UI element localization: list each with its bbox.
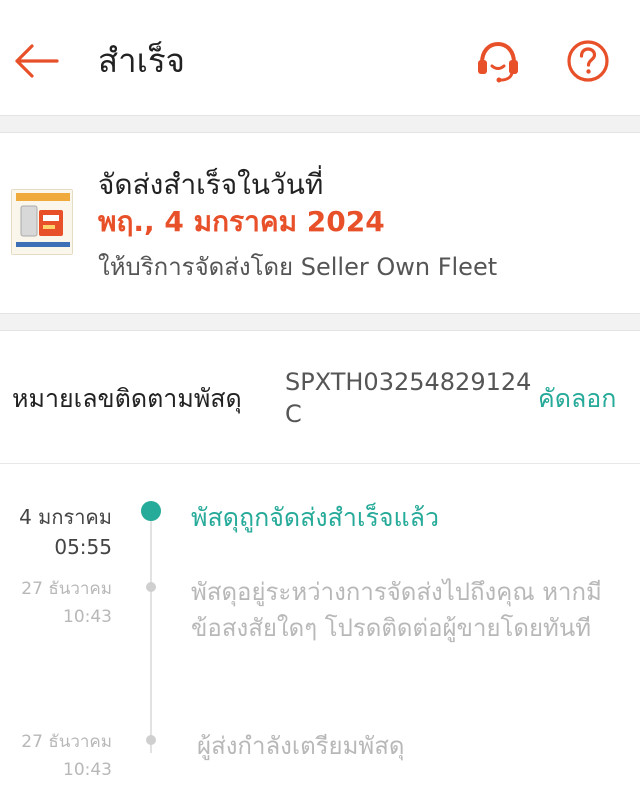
page-title: สำเร็จ [98, 41, 186, 80]
timeline-event-text: พัสดุอยู่ระหว่างการจัดส่งไปถึงคุณ หากมีข… [191, 578, 602, 642]
timeline-event-time: 10:43 [63, 760, 112, 780]
carrier-info: ให้บริการจัดส่งโดย Seller Own Fleet [98, 253, 498, 281]
product-thumbnail[interactable] [11, 189, 73, 255]
help-button[interactable] [561, 36, 615, 86]
arrow-left-icon [15, 44, 59, 78]
section-divider [0, 463, 640, 464]
copy-tracking-button[interactable]: คัดลอก [538, 382, 616, 416]
delivered-label: จัดส่งสำเร็จในวันที่ [98, 168, 324, 201]
timeline-dot [146, 582, 156, 592]
customer-support-button[interactable] [470, 36, 526, 86]
delivered-date: พฤ., 4 มกราคม 2024 [98, 205, 385, 238]
timeline-event-date: 27 ธันวาคม [21, 579, 112, 599]
timeline-event-text: พัสดุถูกจัดส่งสำเร็จแล้ว [191, 503, 439, 532]
timeline-dot [146, 735, 156, 745]
delivery-status-card: จัดส่งสำเร็จในวันที่ พฤ., 4 มกราคม 2024 … [0, 132, 640, 314]
app-header: สำเร็จ [0, 0, 640, 116]
timeline-event-text: ผู้ส่งกำลังเตรียมพัสดุ [197, 732, 405, 760]
timeline-event-date: 4 มกราคม [19, 505, 112, 529]
timeline-line [150, 513, 152, 753]
timeline-event-date: 27 ธันวาคม [21, 732, 112, 752]
question-circle-icon [567, 40, 609, 82]
tracking-number-label: หมายเลขติดตามพัสดุ [12, 384, 242, 413]
timeline-event-time: 05:55 [54, 535, 112, 559]
timeline-dot-active [141, 501, 161, 521]
tracking-number: SPXTH03254829124C [285, 368, 532, 428]
back-button[interactable] [8, 38, 64, 84]
headset-icon [478, 41, 518, 83]
timeline-event-time: 10:43 [63, 607, 112, 627]
tracking-card: หมายเลขติดตามพัสดุ SPXTH03254829124C คัด… [0, 330, 640, 802]
order-tracking-page: สำเร็จ จัดส่งสำเร็จในวันที่ พฤ., 4 มกราค… [0, 0, 640, 802]
product-image [12, 190, 72, 254]
